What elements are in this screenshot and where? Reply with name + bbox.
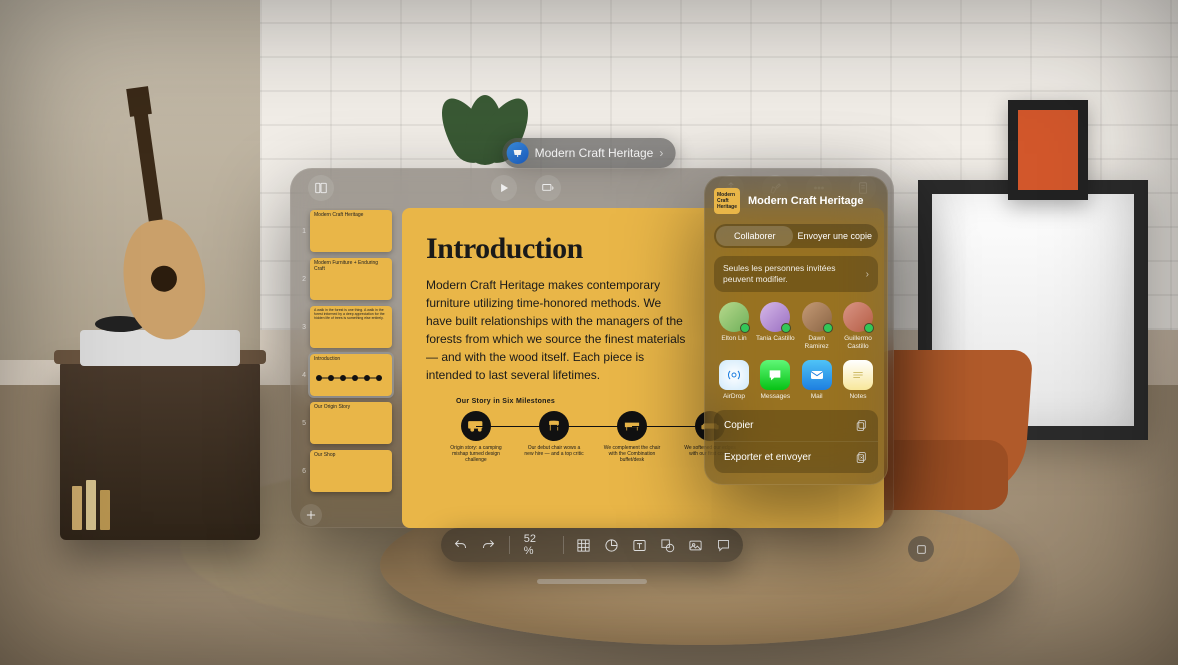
share-doc-title: Modern Craft Heritage <box>748 195 864 207</box>
avatar <box>802 302 832 332</box>
share-permissions-row[interactable]: Seules les personnes invitées peuvent mo… <box>714 256 878 292</box>
slide-thumb-1[interactable]: Modern Craft Heritage <box>310 210 392 252</box>
insert-shape-button[interactable] <box>655 533 679 557</box>
slide-thumb-4[interactable]: Introduction <box>310 354 392 396</box>
slide-thumb-5[interactable]: Our Origin Story <box>310 402 392 444</box>
share-person-3[interactable]: Dawn Ramirez <box>797 302 837 350</box>
avatar <box>843 302 873 332</box>
share-apps-row: AirDrop Messages Mail Notes <box>714 360 878 400</box>
window-resize-handle[interactable] <box>908 536 934 562</box>
seg-collaborate[interactable]: Collaborer <box>716 226 793 246</box>
bottom-toolbar: 52 % <box>441 528 743 562</box>
action-copy[interactable]: Copier <box>714 410 878 441</box>
share-popover: ModernCraftHeritage Modern Craft Heritag… <box>704 176 888 485</box>
zoom-level[interactable]: 52 % <box>518 533 555 557</box>
slide-thumb-6[interactable]: Our Shop <box>310 450 392 492</box>
slide-navigator[interactable]: 1 Modern Craft Heritage 2 Modern Furnitu… <box>300 208 392 528</box>
avatar <box>719 302 749 332</box>
keynote-live-button[interactable] <box>535 175 561 201</box>
insert-comment-button[interactable] <box>711 533 735 557</box>
insert-chart-button[interactable] <box>600 533 624 557</box>
window-grab-bar[interactable] <box>537 579 647 584</box>
notes-icon <box>843 360 873 390</box>
window-title-pill[interactable]: Modern Craft Heritage › <box>503 138 676 168</box>
play-button[interactable] <box>491 175 517 201</box>
slide-thumb-3[interactable]: A walk in the forest is one thing. A wal… <box>310 306 392 348</box>
share-person-1[interactable]: Elton Lin <box>714 302 754 350</box>
share-person-2[interactable]: Tania Castillo <box>755 302 795 350</box>
copy-icon <box>855 419 868 432</box>
share-app-mail[interactable]: Mail <box>797 360 837 400</box>
action-export[interactable]: Exporter et envoyer <box>714 441 878 473</box>
share-permissions-text: Seules les personnes invitées peuvent mo… <box>723 263 843 285</box>
add-slide-button[interactable] <box>300 504 322 526</box>
insert-text-button[interactable] <box>627 533 651 557</box>
chevron-right-icon: › <box>659 146 663 160</box>
share-people-row: Elton Lin Tania Castillo Dawn Ramirez Gu… <box>714 302 878 350</box>
share-app-messages[interactable]: Messages <box>755 360 795 400</box>
mail-icon <box>802 360 832 390</box>
view-mode-button[interactable] <box>308 175 334 201</box>
undo-button[interactable] <box>449 533 473 557</box>
share-app-airdrop[interactable]: AirDrop <box>714 360 754 400</box>
export-icon <box>855 451 868 464</box>
insert-table-button[interactable] <box>572 533 596 557</box>
keynote-app-icon <box>507 142 529 164</box>
window-title-text: Modern Craft Heritage <box>535 146 654 160</box>
share-doc-thumbnail-icon: ModernCraftHeritage <box>714 188 740 214</box>
share-app-notes[interactable]: Notes <box>838 360 878 400</box>
insert-media-button[interactable] <box>683 533 707 557</box>
airdrop-icon <box>719 360 749 390</box>
share-person-4[interactable]: Guillermo Castillo <box>838 302 878 350</box>
redo-button[interactable] <box>477 533 501 557</box>
share-mode-segmented[interactable]: Collaborer Envoyer une copie <box>714 224 878 248</box>
messages-icon <box>760 360 790 390</box>
slide-body: Modern Craft Heritage makes contemporary… <box>426 276 686 384</box>
slide-thumb-2[interactable]: Modern Furniture + Enduring Craft <box>310 258 392 300</box>
chevron-right-icon: › <box>866 269 869 280</box>
avatar <box>760 302 790 332</box>
seg-send-copy[interactable]: Envoyer une copie <box>793 226 876 246</box>
share-actions: Copier Exporter et envoyer <box>714 410 878 473</box>
